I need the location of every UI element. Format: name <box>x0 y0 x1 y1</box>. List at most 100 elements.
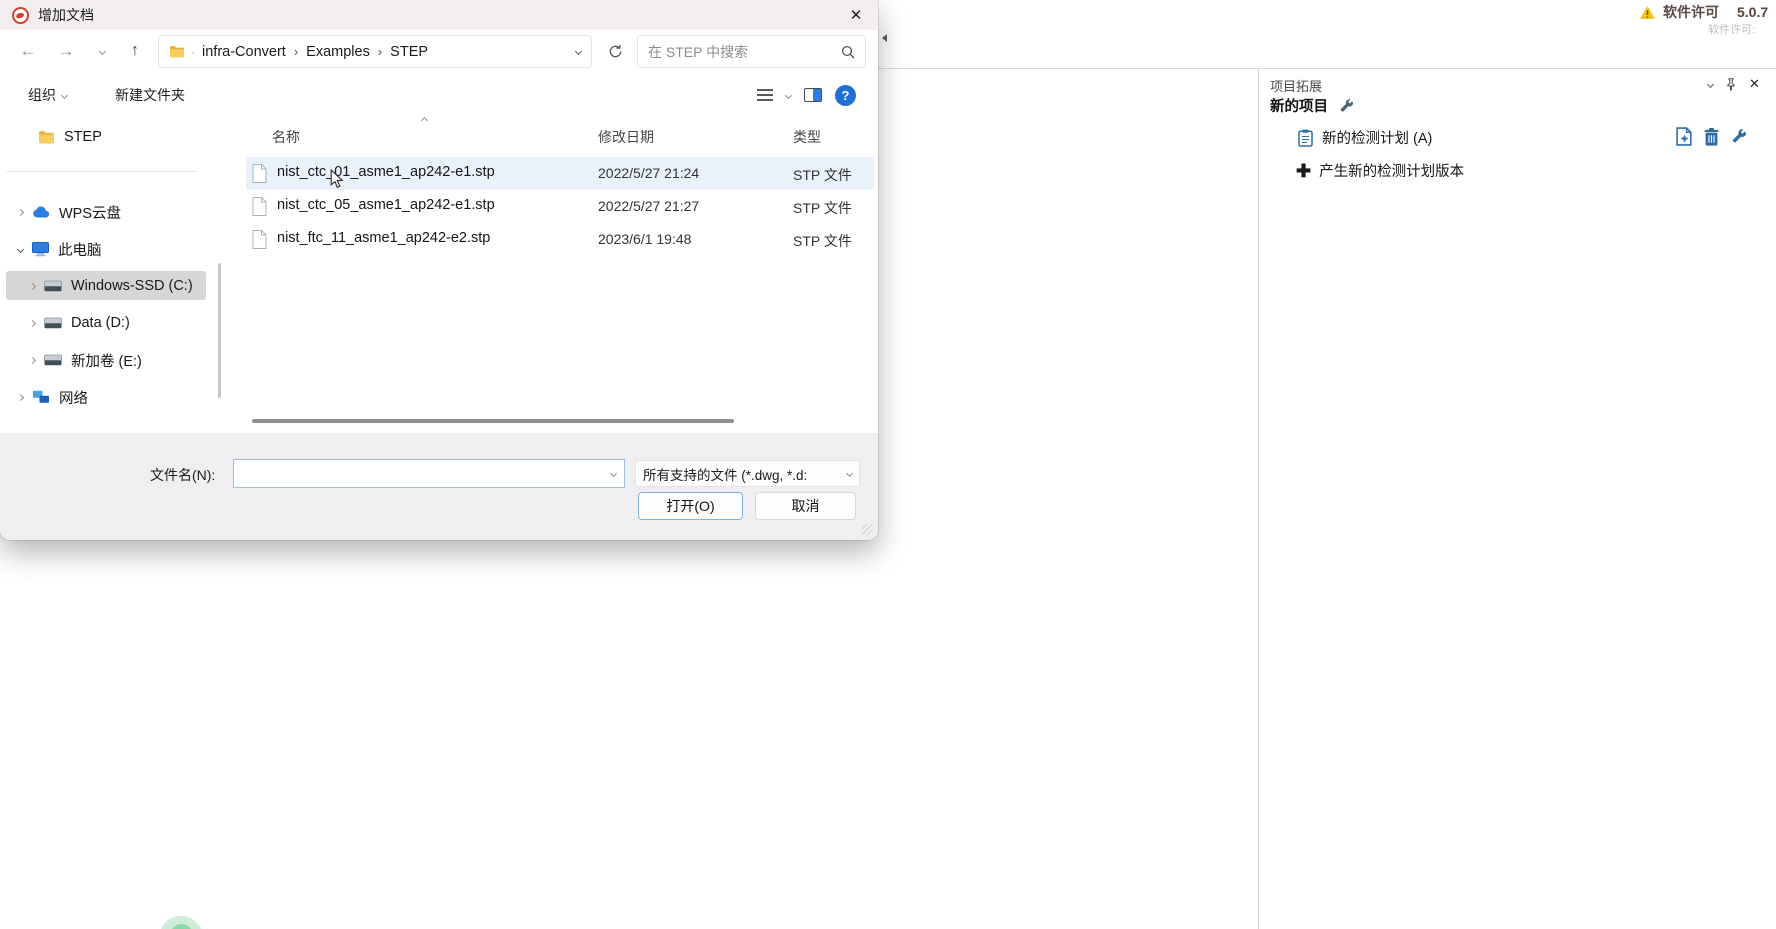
expand-chevron-icon[interactable] <box>17 208 24 215</box>
refresh-button[interactable] <box>598 35 632 68</box>
sidebar-scrollbar[interactable] <box>218 263 221 398</box>
sidebar-item-label: WPS云盘 <box>59 202 121 223</box>
project-name: 新的项目 <box>1270 95 1328 116</box>
panel-menu-chevron-icon[interactable] <box>1707 80 1714 87</box>
file-row[interactable]: nist_ftc_11_asme1_ap242-e2.stp 2023/6/1 … <box>246 223 874 256</box>
breadcrumb[interactable]: · infra-Convert › Examples › STEP <box>158 35 592 68</box>
column-header-name[interactable]: 名称 <box>272 127 300 147</box>
breadcrumb-chevron: › <box>378 44 382 59</box>
view-mode-chevron-icon[interactable] <box>785 91 792 98</box>
folder-icon <box>169 45 185 58</box>
sidebar-item-wps-cloud[interactable]: WPS云盘 <box>18 198 121 226</box>
sidebar-item-network[interactable]: 网络 <box>18 383 88 411</box>
cancel-button[interactable]: 取消 <box>755 492 856 520</box>
file-name: nist_ftc_11_asme1_ap242-e2.stp <box>277 230 490 246</box>
cloud-icon <box>32 206 50 218</box>
filename-combobox <box>233 459 625 488</box>
filename-label: 文件名(N): <box>150 465 215 485</box>
new-folder-button[interactable]: 新建文件夹 <box>115 85 185 105</box>
dialog-titlebar: 增加文档 ✕ <box>0 0 878 30</box>
breadcrumb-chevron: › <box>294 44 298 59</box>
sidebar-item-windows-ssd-c[interactable]: Windows-SSD (C:) <box>30 272 193 300</box>
search-box <box>637 35 866 68</box>
file-type: STP 文件 <box>793 165 852 185</box>
organize-label: 组织 <box>28 85 56 105</box>
forward-button[interactable]: → <box>52 32 80 70</box>
computer-icon <box>32 242 49 257</box>
dialog-navbar: ← → ↑ · infra-Convert › Examples › STEP <box>0 32 878 70</box>
pin-icon[interactable] <box>1726 78 1736 91</box>
filename-input[interactable] <box>242 466 611 482</box>
file-date: 2023/6/1 19:48 <box>598 231 691 247</box>
splitter-collapse-icon[interactable] <box>882 34 887 42</box>
plus-icon: ✚ <box>1296 162 1311 180</box>
breadcrumb-item-step[interactable]: STEP <box>390 44 428 60</box>
recent-locations-chevron-icon[interactable] <box>92 32 112 70</box>
mouse-cursor <box>330 169 345 190</box>
file-type-select[interactable]: 所有支持的文件 (*.dwg, *.d: <box>635 460 860 487</box>
organize-chevron-icon <box>61 91 68 98</box>
app-version: 5.0.7 <box>1737 4 1768 20</box>
screen: 软件许可 5.0.7 软件许可: 项目拓展 ✕ 新的项目 新的检测计划 (A) … <box>0 0 1776 929</box>
collapse-chevron-icon[interactable] <box>17 245 24 252</box>
inspection-plan-label: 新的检测计划 (A) <box>1322 127 1432 148</box>
back-button[interactable]: ← <box>14 32 42 70</box>
new-version-label: 产生新的检测计划版本 <box>1319 160 1464 181</box>
drive-icon <box>44 354 62 366</box>
new-document-icon[interactable] <box>1676 127 1693 146</box>
up-button[interactable]: ↑ <box>121 32 149 70</box>
sidebar-item-label: 新加卷 (E:) <box>71 350 142 371</box>
sidebar-item-data-d[interactable]: Data (D:) <box>30 309 130 337</box>
horizontal-scrollbar[interactable] <box>252 419 734 423</box>
filename-dropdown-chevron-icon[interactable] <box>610 470 617 477</box>
inspection-plan-item[interactable]: 新的检测计划 (A) <box>1298 127 1432 148</box>
expand-chevron-icon[interactable] <box>29 282 36 289</box>
plan-settings-wrench-icon[interactable] <box>1730 128 1747 145</box>
expand-chevron-icon[interactable] <box>29 356 36 363</box>
sidebar-item-label: Data (D:) <box>71 315 130 331</box>
column-header-type[interactable]: 类型 <box>793 127 821 147</box>
sort-ascending-icon <box>421 117 428 124</box>
sidebar-item-this-pc[interactable]: 此电脑 <box>18 235 102 263</box>
refresh-icon <box>608 44 623 59</box>
delete-trash-icon[interactable] <box>1704 128 1719 146</box>
breadcrumb-item-root[interactable]: infra-Convert <box>202 44 286 60</box>
expand-chevron-icon[interactable] <box>29 319 36 326</box>
project-settings-wrench-icon[interactable] <box>1338 98 1354 114</box>
drive-icon <box>44 317 62 329</box>
sidebar-item-label: STEP <box>64 129 102 145</box>
warning-icon <box>1640 6 1655 19</box>
search-input[interactable] <box>648 44 841 60</box>
column-header-date[interactable]: 修改日期 <box>598 127 654 147</box>
panel-title: 项目拓展 <box>1270 76 1322 95</box>
drive-icon <box>44 280 62 292</box>
sidebar-item-label: Windows-SSD (C:) <box>71 278 193 294</box>
address-dropdown-chevron-icon[interactable] <box>575 48 582 55</box>
breadcrumb-item-examples[interactable]: Examples <box>306 44 370 60</box>
file-row[interactable]: nist_ctc_05_asme1_ap242-e1.stp 2022/5/27… <box>246 190 874 223</box>
breadcrumb-separator-dot: · <box>191 45 195 59</box>
organize-button[interactable]: 组织 <box>28 85 67 105</box>
file-date: 2022/5/27 21:27 <box>598 198 699 214</box>
panel-close-icon[interactable]: ✕ <box>1749 76 1760 92</box>
resize-grip[interactable] <box>862 524 873 535</box>
view-mode-list-icon[interactable] <box>757 89 773 101</box>
sidebar-separator <box>6 171 198 172</box>
file-type: STP 文件 <box>793 198 852 218</box>
open-button[interactable]: 打开(O) <box>638 492 743 520</box>
add-document-dialog: 增加文档 ✕ ← → ↑ · infra-Convert › Examples … <box>0 0 878 540</box>
dialog-close-button[interactable]: ✕ <box>834 0 878 30</box>
expand-chevron-icon[interactable] <box>17 393 24 400</box>
dialog-footer: 文件名(N): 所有支持的文件 (*.dwg, *.d: 打开(O) 取消 <box>0 433 878 540</box>
sidebar-item-label: 网络 <box>59 387 88 408</box>
license-status: 软件许可 5.0.7 <box>1640 2 1768 22</box>
help-icon[interactable]: ? <box>835 85 856 106</box>
file-icon <box>252 197 267 216</box>
sidebar-item-step[interactable]: STEP <box>38 123 102 151</box>
dialog-title: 增加文档 <box>38 5 94 25</box>
file-name: nist_ctc_01_asme1_ap242-e1.stp <box>277 164 495 180</box>
create-new-plan-version-item[interactable]: ✚ 产生新的检测计划版本 <box>1296 160 1464 181</box>
panel-splitter[interactable] <box>1258 68 1259 929</box>
sidebar-item-new-volume-e[interactable]: 新加卷 (E:) <box>30 346 142 374</box>
preview-pane-icon[interactable] <box>804 88 822 102</box>
